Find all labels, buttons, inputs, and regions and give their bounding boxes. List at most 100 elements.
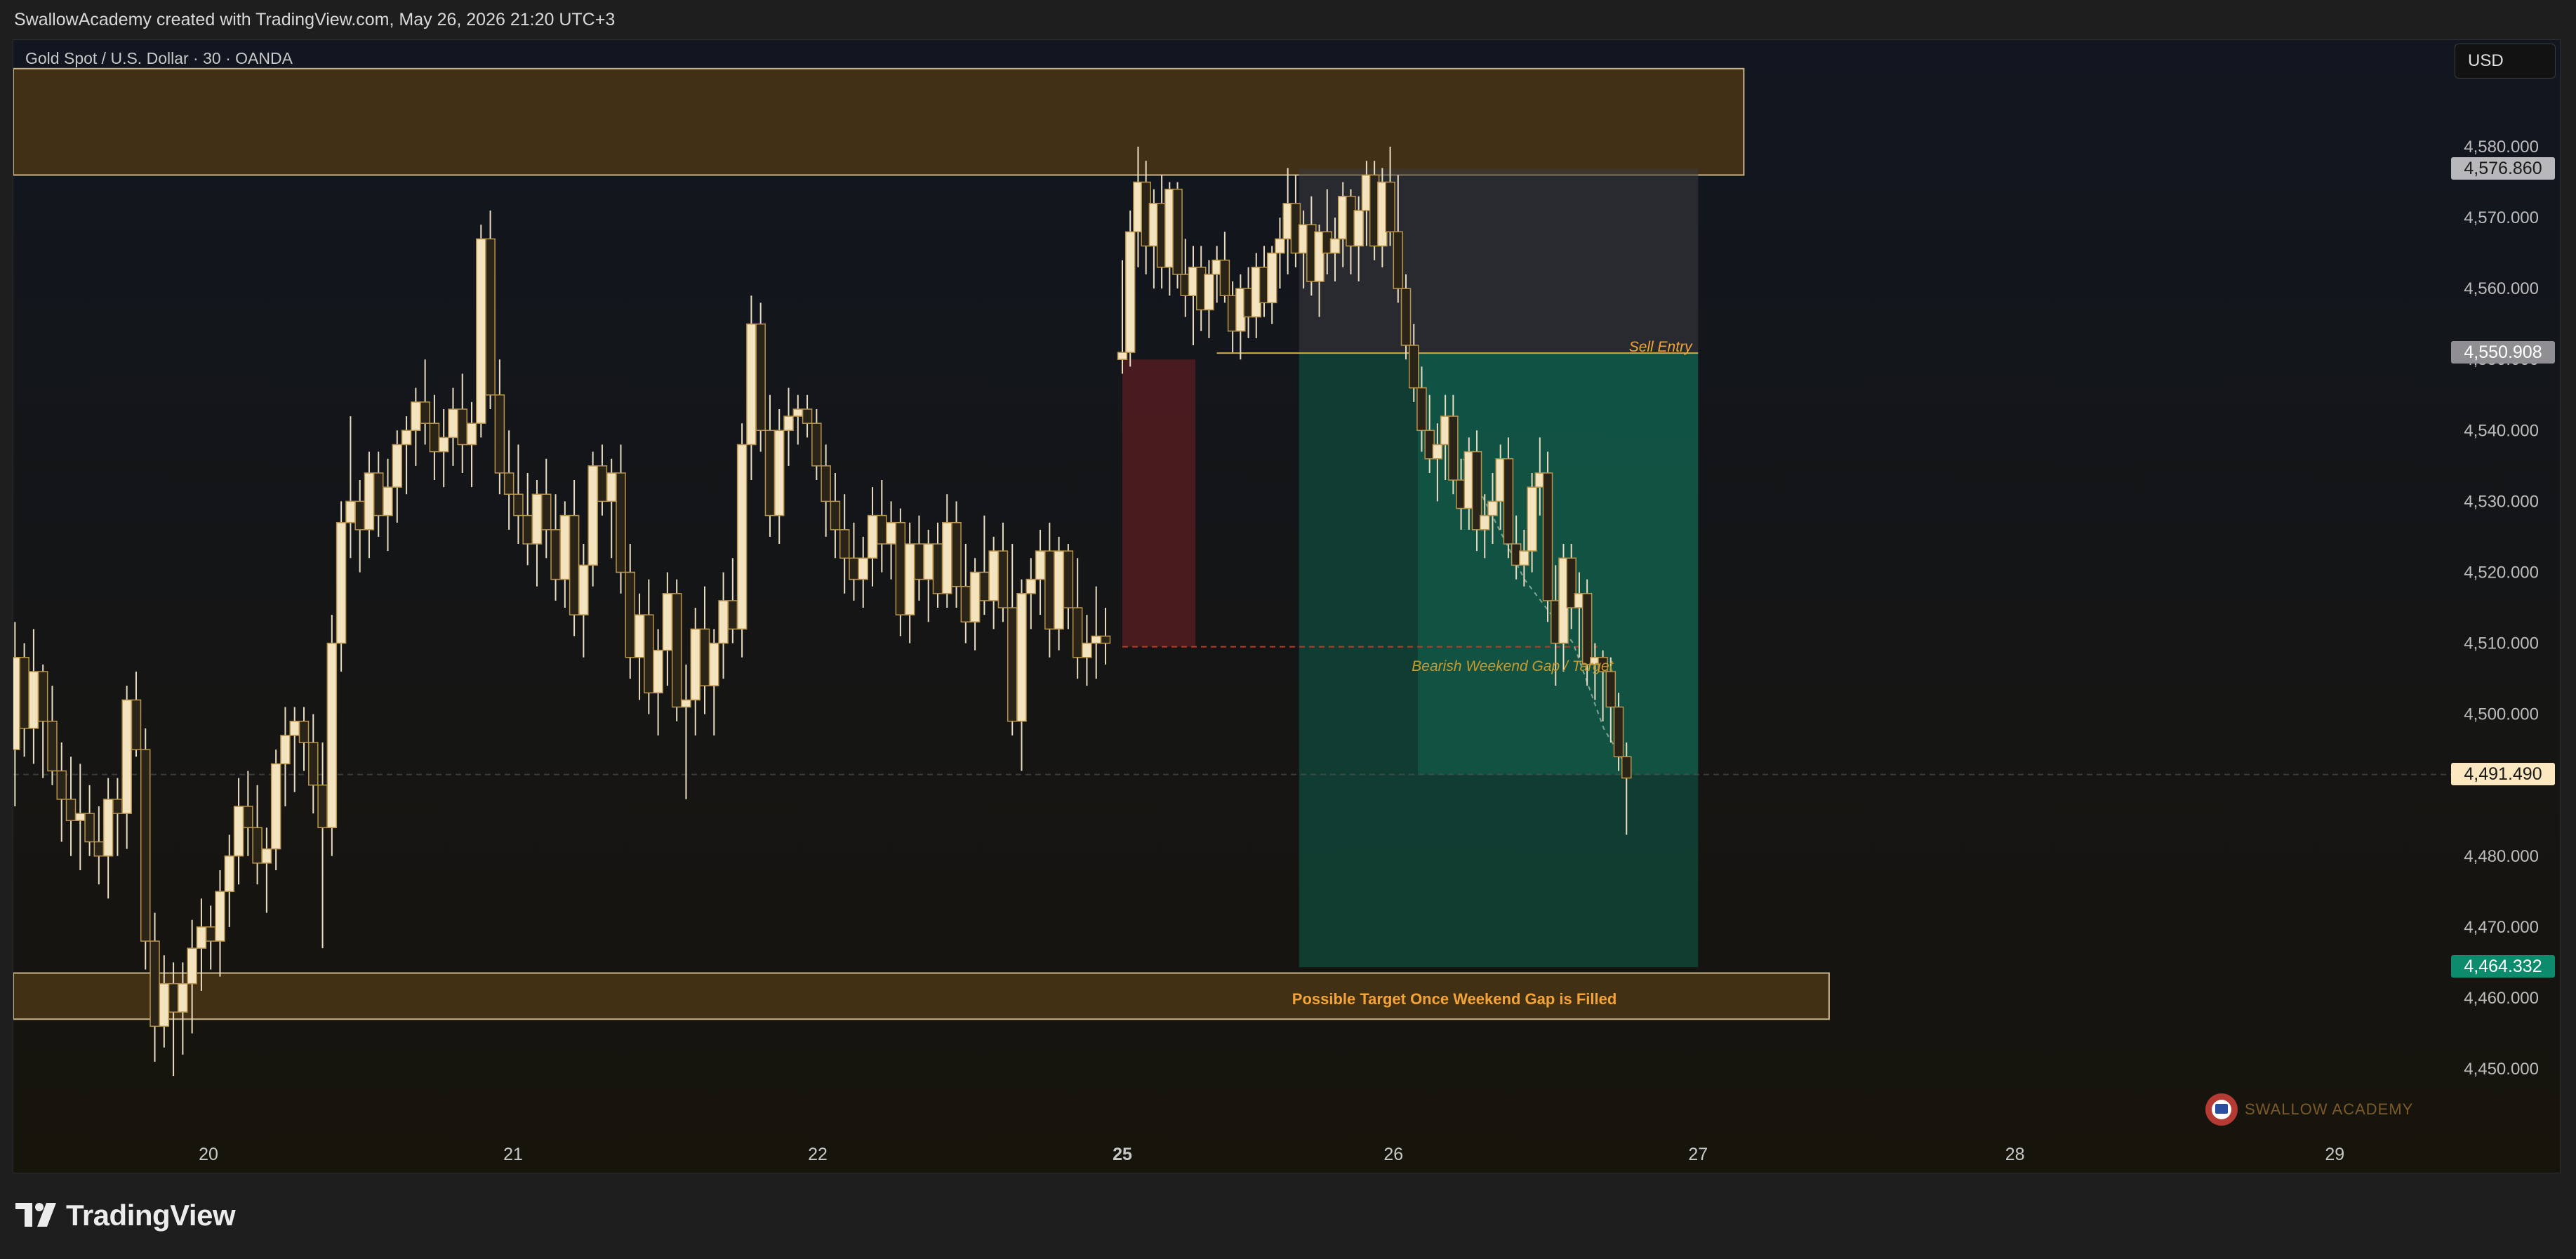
candle-body: [858, 557, 868, 580]
candle-body: [746, 323, 757, 446]
price-tag: 4,576.860: [2451, 156, 2555, 180]
candle-body: [550, 529, 561, 580]
candle-body: [709, 642, 719, 686]
candle-body: [690, 628, 701, 701]
annotation-label: Bearish Weekend Gap / Target: [1412, 658, 1614, 674]
annotation-label: Possible Target Once Weekend Gap is Fill…: [1292, 990, 1617, 1008]
candle-body: [1385, 181, 1395, 233]
candle-body: [354, 500, 365, 531]
candle-body: [56, 770, 67, 800]
profit-zone-active: [1417, 353, 1699, 775]
candle-body: [84, 813, 95, 843]
candle-body: [326, 642, 338, 829]
candle-body: [420, 401, 430, 424]
candle-body: [196, 926, 207, 949]
candle-body: [1448, 415, 1459, 481]
price-tick-label: 4,450.000: [2464, 1060, 2539, 1079]
candle-body: [1054, 550, 1064, 630]
candle-body: [457, 408, 467, 446]
bottom-bar: [0, 1173, 2576, 1259]
candle-body: [438, 437, 449, 453]
supply-zone: [13, 67, 1745, 176]
time-tick-label: 27: [1688, 1145, 1708, 1164]
watermark-text: SWALLOW ACADEMY: [2245, 1100, 2414, 1118]
candle-body: [1400, 288, 1412, 346]
candle-body: [1219, 259, 1230, 297]
weekend-gap: [1122, 359, 1196, 647]
candle-body: [1275, 238, 1285, 254]
candle-body: [112, 799, 123, 814]
candle-body: [1605, 671, 1616, 708]
candle-body: [317, 784, 328, 829]
candle-body: [895, 521, 906, 615]
candle-body: [1172, 188, 1183, 275]
candle-body: [65, 799, 77, 821]
candle-body: [1581, 593, 1593, 665]
candle-body: [1487, 500, 1498, 517]
price-tick-label: 4,560.000: [2464, 279, 2539, 298]
candle-body: [121, 699, 132, 814]
candle-body: [969, 571, 981, 622]
candle-body: [1527, 486, 1537, 552]
annotation-label: Sell Entry: [1629, 339, 1693, 355]
candle-body: [1503, 458, 1514, 545]
time-tick-label: 28: [2005, 1145, 2025, 1164]
price-tick-label: 4,500.000: [2464, 705, 2539, 724]
candle-body: [830, 500, 841, 531]
price-tick-label: 4,540.000: [2464, 421, 2539, 440]
price-chart[interactable]: Sell Entry Bearish Weekend Gap / Target Po…: [13, 40, 2561, 1173]
candle-body: [1016, 593, 1027, 722]
time-tick-label: 22: [808, 1145, 828, 1164]
tradingview-logo-icon: [15, 1203, 56, 1227]
candle-body: [839, 529, 850, 559]
candle-body: [559, 514, 571, 580]
candle-body: [634, 614, 645, 658]
candle-body: [37, 671, 48, 722]
candle-body: [1044, 550, 1055, 630]
symbol-title[interactable]: Gold Spot / U.S. Dollar · 30 · OANDA: [25, 49, 293, 68]
candle-body: [979, 571, 990, 601]
top-bar: SwallowAcademy created with TradingView.…: [0, 0, 2576, 39]
chart-pane[interactable]: Sell Entry Bearish Weekend Gap / Target Po…: [13, 39, 2561, 1173]
candle-body: [1542, 472, 1553, 601]
candle-body: [671, 593, 682, 708]
price-tick-label: 4,510.000: [2464, 634, 2539, 653]
price-tag: 4,464.332: [2451, 955, 2555, 978]
candle-body: [718, 600, 729, 644]
candle-body: [960, 585, 971, 622]
candle-body: [1408, 345, 1419, 389]
currency-selector[interactable]: USD: [2455, 44, 2556, 79]
candle-body: [606, 472, 617, 502]
candle-body: [476, 238, 486, 424]
candle-body: [942, 521, 952, 594]
tradingview-logo[interactable]: TradingView: [15, 1196, 236, 1235]
author-credit: SwallowAcademy created with TradingView.…: [14, 10, 616, 29]
candle-body: [252, 827, 263, 864]
candle-body: [75, 813, 86, 821]
price-tick-label: 4,470.000: [2464, 918, 2539, 937]
candle-body: [466, 422, 477, 446]
candle-body: [261, 848, 272, 864]
candle: [485, 210, 496, 409]
candle-body: [215, 891, 225, 942]
price-tick-label: 4,570.000: [2464, 208, 2539, 227]
candle: [140, 728, 151, 970]
candle-body: [1204, 274, 1214, 311]
candle-body: [102, 799, 114, 857]
candle-body: [1063, 550, 1074, 608]
candle-body: [383, 486, 393, 517]
candle-body: [289, 720, 300, 736]
swallow-academy-logo-icon: [2205, 1093, 2238, 1126]
candle-body: [364, 472, 375, 531]
candle-body: [298, 720, 310, 743]
candle-body: [159, 982, 170, 1027]
candle-body: [1613, 706, 1624, 758]
candle-body: [308, 742, 319, 786]
candle-body: [951, 521, 962, 587]
candle-body: [1091, 635, 1101, 644]
candle-body: [681, 699, 691, 708]
candle-body: [168, 982, 179, 1013]
candle-body: [662, 593, 673, 651]
candle: [671, 579, 682, 721]
candle-body: [401, 429, 412, 446]
